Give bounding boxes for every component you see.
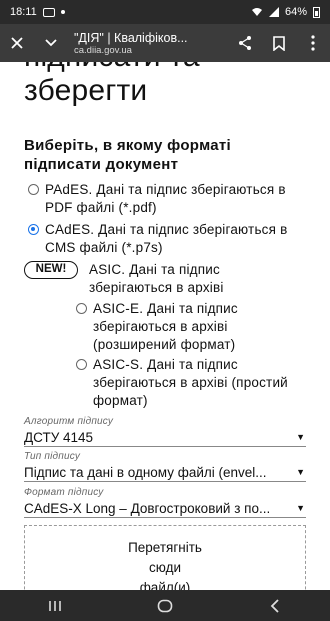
browser-toolbar: "ДІЯ" | Кваліфіков... ca.diia.gov.ua: [0, 24, 330, 62]
option-asic-s-label: ASIC-S. Дані та підпис зберігаються в ар…: [93, 357, 288, 408]
dropdown-arrow-icon: ▼: [296, 503, 305, 513]
format-question: Виберіть, в якому форматі підписати доку…: [24, 137, 232, 173]
heading-line-2: зберегти: [24, 74, 148, 107]
wifi-icon: [251, 8, 262, 16]
page-content: підписати та зберегти Виберіть, в якому …: [0, 62, 330, 590]
radio-cades[interactable]: [28, 224, 39, 235]
option-asic-s[interactable]: ASIC-S. Дані та підпис зберігаються в ар…: [76, 356, 306, 410]
page-title-box[interactable]: "ДІЯ" | Кваліфіков... ca.diia.gov.ua: [68, 31, 228, 56]
home-icon[interactable]: [145, 594, 185, 618]
signature-format-value: CAdES-X Long – Довгостроковий з по...: [24, 501, 271, 516]
battery-percent: 64%: [284, 6, 307, 18]
share-icon[interactable]: [228, 24, 262, 62]
recent-apps-icon[interactable]: [35, 594, 75, 618]
signature-format-label: Формат підпису: [24, 487, 104, 498]
status-time: 18:11: [10, 6, 37, 18]
close-icon[interactable]: [0, 24, 34, 62]
notification-dot-icon: [60, 10, 65, 14]
signature-type-select[interactable]: Підпис та дані в одному файлі (envel... …: [24, 464, 306, 482]
signature-format-select[interactable]: CAdES-X Long – Довгостроковий з по... ▼: [24, 500, 306, 518]
algorithm-label: Алгоритм підпису: [24, 416, 114, 427]
dropdown-arrow-icon: ▼: [296, 432, 305, 442]
signature-type-value: Підпис та дані в одному файлі (envel...: [24, 465, 267, 480]
signal-icon: [268, 7, 279, 17]
radio-asic-s[interactable]: [76, 359, 87, 370]
option-asic-e[interactable]: ASIC-E. Дані та підпис зберігаються в ар…: [76, 300, 296, 354]
dropzone-text: Перетягніть сюди файл(и): [128, 540, 202, 590]
radio-pades[interactable]: [28, 184, 39, 195]
page-url: ca.diia.gov.ua: [74, 44, 132, 56]
chevron-down-icon[interactable]: [34, 24, 68, 62]
battery-icon: [313, 6, 320, 18]
option-cades[interactable]: CAdES. Дані та підпис зберігаються в CMS…: [28, 221, 308, 257]
page-heading: підписати та зберегти: [24, 62, 200, 108]
bookmark-icon[interactable]: [262, 24, 296, 62]
option-pades-label: PAdES. Дані та підпис зберігаються в PDF…: [45, 182, 286, 215]
asic-label: ASIC. Дані та підпис зберігаються в архі…: [89, 261, 264, 297]
page-title: "ДІЯ" | Кваліфіков...: [74, 30, 188, 45]
status-bar: 18:11 64%: [0, 0, 330, 24]
option-pades[interactable]: PAdES. Дані та підпис зберігаються в PDF…: [28, 181, 308, 217]
option-cades-label: CAdES. Дані та підпис зберігаються в CMS…: [45, 222, 288, 255]
heading-line-1: підписати та: [24, 62, 200, 73]
more-vert-icon[interactable]: [296, 24, 330, 62]
radio-asic-e[interactable]: [76, 303, 87, 314]
new-badge: NEW!: [24, 261, 78, 279]
asic-label-text: ASIC. Дані та підпис зберігаються в архі…: [89, 262, 224, 295]
gallery-icon: [42, 7, 55, 17]
back-icon[interactable]: [255, 594, 295, 618]
file-dropzone[interactable]: Перетягніть сюди файл(и): [24, 525, 306, 590]
algorithm-select[interactable]: ДСТУ 4145 ▼: [24, 429, 306, 447]
algorithm-value: ДСТУ 4145: [24, 430, 94, 445]
dropdown-arrow-icon: ▼: [296, 467, 305, 477]
system-nav-bar: [0, 590, 330, 621]
option-asic-e-label: ASIC-E. Дані та підпис зберігаються в ар…: [93, 301, 238, 352]
signature-type-label: Тип підпису: [24, 451, 81, 462]
